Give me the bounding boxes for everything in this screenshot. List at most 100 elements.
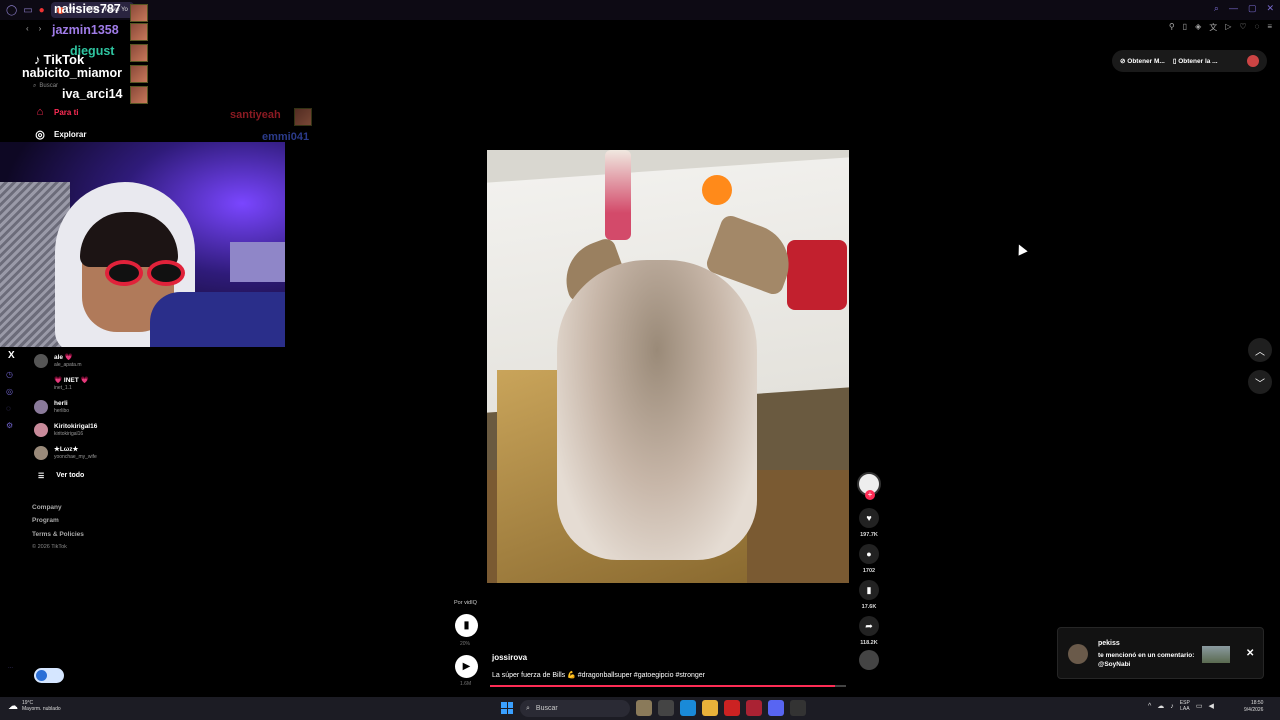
video-caption: La súper fuerza de Bills 💪 #dragonballsu…	[492, 672, 706, 679]
home-icon: ⌂	[36, 106, 44, 118]
history-icon[interactable]: ◷	[6, 370, 18, 379]
close-button[interactable]: ✕	[1266, 3, 1274, 14]
browser-sidebar: ◷ ◎ ◌ ⚙	[6, 370, 18, 430]
opera-icon[interactable]	[746, 700, 762, 716]
language-indicator[interactable]: ESP LAA	[1180, 700, 1190, 712]
edge-icon[interactable]	[680, 700, 696, 716]
windows-taskbar: ☁ 19°C Mayorm. nublado ⌕ Buscar ^ ☁ ♪ ES…	[0, 697, 1280, 720]
weather-widget[interactable]: ☁ 19°C Mayorm. nublado	[8, 700, 61, 712]
footer-link-program[interactable]: Program	[32, 517, 59, 524]
forward-icon[interactable]: ›	[39, 24, 42, 33]
like-button[interactable]: ♥ 197.7K	[859, 508, 879, 538]
mouse-cursor	[1014, 242, 1028, 256]
shield-icon[interactable]: ◈	[1195, 22, 1201, 33]
task-view-icon[interactable]	[658, 700, 674, 716]
back-icon[interactable]: ‹	[26, 24, 29, 33]
minimize-button[interactable]: —	[1229, 3, 1238, 14]
following-item[interactable]: Kiritokirigal16 kiritokirigal16	[34, 423, 97, 437]
bookmark-icon[interactable]: ▯	[1183, 22, 1187, 33]
footer-link-company[interactable]: Company	[32, 504, 62, 511]
nav-explore-label: Explorar	[54, 130, 87, 139]
menu-icon[interactable]: ≡	[1267, 22, 1272, 33]
discord-icon[interactable]	[768, 700, 784, 716]
webcam-body	[150, 292, 285, 347]
youtube-tab-icon[interactable]: ●	[39, 5, 45, 16]
mic-icon[interactable]: ♪	[1170, 703, 1174, 710]
following-item[interactable]: ale 💗 ale_apata.m	[34, 354, 82, 368]
following-handle: ale_apata.m	[54, 362, 82, 368]
close-icon[interactable]: ✕	[1246, 648, 1254, 659]
heart-icon[interactable]: ♡	[1239, 22, 1246, 33]
extension-toolbar: ⚲ ▯ ◈ 文 ▷ ♡ ◌ ≡	[1169, 22, 1272, 33]
system-tray: ^ ☁ ♪ ESP LAA ▭ ◀	[1148, 700, 1214, 712]
profile-avatar[interactable]	[1247, 55, 1259, 67]
app-icon[interactable]	[724, 700, 740, 716]
view-count: 1.6M	[460, 681, 472, 687]
next-video-button[interactable]: ﹀	[1248, 370, 1272, 394]
messenger-icon[interactable]: ◌	[6, 404, 18, 413]
footer-link-terms[interactable]: Terms & Policies	[32, 531, 84, 538]
share-count: 118.2K	[860, 640, 878, 646]
get-coins-button[interactable]: ⊘ Obtener M...	[1120, 57, 1165, 65]
vidiq-stats-button[interactable]: ▮	[455, 614, 478, 637]
share-button[interactable]: ➦ 118.2K	[859, 616, 879, 646]
video-cat	[557, 260, 757, 560]
clock[interactable]: 18:50 9/4/2026	[1244, 700, 1263, 714]
widget-app-icon[interactable]	[636, 700, 652, 716]
previous-video-button[interactable]: ︿	[1248, 338, 1272, 362]
avatar	[34, 354, 48, 368]
translate-icon[interactable]: 文	[1209, 22, 1217, 33]
sidebar-more-icon[interactable]: ⋯	[8, 665, 13, 671]
following-name: ★Lωz★	[54, 446, 79, 453]
tiktok-note-icon: ♪	[34, 52, 41, 67]
video-player[interactable]	[487, 150, 849, 583]
following-item[interactable]: 💗 INET 💗 inet_1.1	[34, 377, 89, 391]
play-button[interactable]: ▶	[455, 655, 478, 678]
search-icon: ⌕	[526, 704, 530, 712]
notification-toast[interactable]: pekiss te mencionó en un comentario: @So…	[1057, 627, 1264, 679]
extension-icon[interactable]: ◎	[6, 387, 18, 396]
weather-desc: Mayorm. nublado	[22, 706, 61, 712]
start-button[interactable]	[501, 702, 513, 714]
chat-emote	[130, 65, 148, 83]
sidebar-toggle-icon[interactable]: ▭	[23, 5, 32, 16]
video-bottle	[605, 150, 631, 240]
file-explorer-icon[interactable]	[702, 700, 718, 716]
following-item[interactable]: herli herlibo	[34, 400, 69, 414]
close-panel-icon[interactable]: X	[8, 350, 15, 361]
maximize-button[interactable]: ▢	[1248, 3, 1257, 14]
following-handle: inet_1.1	[54, 385, 72, 391]
following-item[interactable]: ★Lωz★ yoonchae_my_wife	[34, 446, 97, 460]
taskbar-search[interactable]: ⌕ Buscar	[520, 700, 630, 717]
video-progress-bar[interactable]	[490, 685, 846, 687]
settings-icon[interactable]: ⚙	[6, 421, 18, 430]
get-app-button[interactable]: ▯ Obtener la ...	[1173, 57, 1218, 65]
comment-icon: ●	[859, 544, 879, 564]
avatar	[1068, 644, 1088, 664]
obs-icon[interactable]	[790, 700, 806, 716]
search-icon[interactable]: ⌕	[1214, 3, 1219, 14]
chat-icon[interactable]: ◌	[1255, 22, 1260, 33]
comment-button[interactable]: ● 1702	[859, 544, 879, 574]
play-icon[interactable]: ▷	[1225, 22, 1231, 33]
pin-icon[interactable]: ⚲	[1169, 22, 1175, 33]
following-name: Kiritokirigal16	[54, 423, 98, 430]
following-handle: herlibo	[54, 408, 70, 414]
nav-explore[interactable]: ◎ Explorar	[34, 128, 86, 141]
video-orange	[702, 175, 732, 205]
speaker-icon[interactable]: ◀	[1208, 702, 1213, 710]
see-all-button[interactable]: ☰ Ver todo	[38, 472, 84, 480]
video-author[interactable]: jossirova	[492, 653, 527, 662]
nav-for-you[interactable]: ⌂ Para ti	[34, 106, 79, 118]
navigation-bar: ‹ ›	[0, 20, 1280, 36]
monitor-icon[interactable]: ▭	[1196, 702, 1203, 710]
video-actions: ♥ 197.7K ● 1702 ▮ 17.6K ➦ 118.2K	[855, 472, 883, 670]
cloud-icon[interactable]: ☁	[1157, 702, 1164, 710]
creator-avatar[interactable]	[857, 472, 881, 500]
chat-emote	[130, 23, 148, 41]
theme-toggle[interactable]	[34, 668, 64, 683]
save-button[interactable]: ▮ 17.6K	[859, 580, 879, 610]
chevron-up-icon[interactable]: ^	[1148, 703, 1151, 710]
avatar	[34, 377, 48, 391]
music-disc[interactable]	[859, 650, 879, 670]
